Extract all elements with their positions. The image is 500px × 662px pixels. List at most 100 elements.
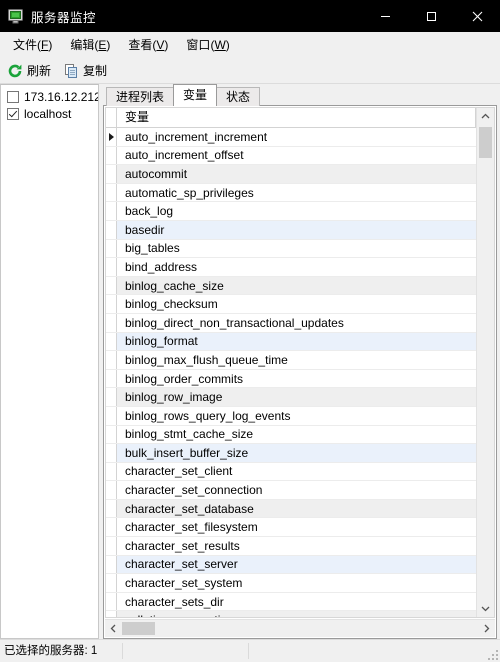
server-list-item-1[interactable]: 173.16.12.212 bbox=[3, 88, 98, 105]
vertical-scroll-thumb[interactable] bbox=[479, 127, 492, 158]
table-row[interactable]: binlog_cache_size bbox=[106, 276, 476, 296]
resize-grip-icon[interactable] bbox=[486, 648, 498, 660]
table-row[interactable]: binlog_rows_query_log_events bbox=[106, 406, 476, 426]
table-row[interactable]: character_set_database bbox=[106, 499, 476, 519]
table-row[interactable]: character_set_system bbox=[106, 574, 476, 593]
variable-name-cell: character_set_client bbox=[125, 464, 233, 479]
row-selector-cell[interactable] bbox=[106, 406, 117, 425]
table-row[interactable]: basedir bbox=[106, 220, 476, 240]
row-selector-cell[interactable] bbox=[106, 313, 117, 332]
table-row[interactable]: autocommit bbox=[106, 165, 476, 184]
table-row[interactable]: bind_address bbox=[106, 258, 476, 277]
row-selector-cell[interactable] bbox=[106, 239, 117, 258]
server-list-panel[interactable]: 173.16.12.212 localhost bbox=[0, 84, 99, 639]
server-list-item-2[interactable]: localhost bbox=[3, 105, 98, 122]
menu-edit-accel: E bbox=[98, 37, 107, 52]
app-window: 服务器监控 文件(F) 编辑(E) 查看(V) 窗口(W) 刷新 复制 173.… bbox=[0, 0, 500, 662]
row-selector-cell[interactable] bbox=[106, 388, 117, 406]
current-row-indicator-icon[interactable] bbox=[106, 128, 117, 146]
table-row[interactable]: binlog_stmt_cache_size bbox=[106, 425, 476, 445]
table-row[interactable]: character_set_filesystem bbox=[106, 518, 476, 538]
row-selector-cell[interactable] bbox=[106, 369, 117, 388]
row-selector-cell[interactable] bbox=[106, 592, 117, 611]
row-selector-cell[interactable] bbox=[106, 276, 117, 295]
row-selector-cell[interactable] bbox=[106, 481, 117, 499]
table-row[interactable]: collation_connection bbox=[106, 611, 476, 617]
scroll-up-arrow-icon[interactable] bbox=[477, 108, 494, 125]
table-row[interactable]: auto_increment_increment bbox=[106, 128, 476, 147]
variable-name-cell: binlog_stmt_cache_size bbox=[125, 427, 254, 442]
table-row[interactable]: automatic_sp_privileges bbox=[106, 183, 476, 203]
table-row[interactable]: bulk_insert_buffer_size bbox=[106, 444, 476, 463]
scroll-right-arrow-icon[interactable] bbox=[478, 620, 495, 637]
refresh-label: 刷新 bbox=[27, 64, 52, 78]
server-checkbox-1[interactable] bbox=[7, 90, 19, 103]
row-selector-cell[interactable] bbox=[106, 295, 117, 313]
row-selector-cell[interactable] bbox=[106, 220, 117, 239]
table-row[interactable]: character_set_server bbox=[106, 555, 476, 575]
vertical-scroll-track[interactable] bbox=[477, 125, 494, 600]
row-selector-cell[interactable] bbox=[106, 537, 117, 555]
table-row[interactable]: character_set_client bbox=[106, 462, 476, 482]
table-row[interactable]: character_sets_dir bbox=[106, 592, 476, 612]
scroll-left-arrow-icon[interactable] bbox=[105, 620, 122, 637]
tab-process-list[interactable]: 进程列表 bbox=[106, 87, 175, 106]
column-header-variable[interactable]: 变量 bbox=[117, 108, 476, 127]
row-selector-cell[interactable] bbox=[106, 351, 117, 369]
menu-window-label: 窗口 bbox=[186, 37, 211, 52]
table-row[interactable]: back_log bbox=[106, 202, 476, 221]
table-row[interactable]: binlog_order_commits bbox=[106, 369, 476, 389]
variable-name-cell: auto_increment_increment bbox=[125, 129, 268, 144]
row-selector-cell[interactable] bbox=[106, 202, 117, 220]
row-selector-cell[interactable] bbox=[106, 425, 117, 444]
menu-window[interactable]: 窗口(W) bbox=[177, 33, 238, 57]
variable-name-cell: binlog_cache_size bbox=[125, 278, 224, 293]
variable-name-cell: collation_connection bbox=[117, 611, 476, 617]
row-selector-cell[interactable] bbox=[106, 518, 117, 537]
toolbar: 刷新 复制 bbox=[0, 58, 500, 84]
main-body: 173.16.12.212 localhost 进程列表 变量 状态 变量 au… bbox=[0, 84, 500, 639]
menu-file[interactable]: 文件(F) bbox=[4, 33, 61, 57]
row-selector-cell[interactable] bbox=[106, 574, 117, 592]
table-row[interactable]: binlog_checksum bbox=[106, 295, 476, 314]
row-selector-cell[interactable] bbox=[106, 555, 117, 574]
tab-status[interactable]: 状态 bbox=[216, 87, 261, 106]
tab-variables[interactable]: 变量 bbox=[173, 84, 218, 106]
row-selector-cell[interactable] bbox=[106, 499, 117, 518]
menu-view[interactable]: 查看(V) bbox=[119, 33, 177, 57]
row-selector-cell[interactable] bbox=[106, 444, 117, 462]
close-button[interactable] bbox=[454, 0, 500, 32]
menu-bar: 文件(F) 编辑(E) 查看(V) 窗口(W) bbox=[0, 32, 500, 58]
horizontal-scrollbar[interactable] bbox=[105, 619, 495, 637]
table-row[interactable]: character_set_connection bbox=[106, 481, 476, 500]
table-row[interactable]: big_tables bbox=[106, 239, 476, 259]
horizontal-scroll-thumb[interactable] bbox=[122, 622, 155, 635]
table-row[interactable]: auto_increment_offset bbox=[106, 146, 476, 166]
row-selector-cell[interactable] bbox=[106, 462, 117, 481]
row-selector-cell[interactable] bbox=[106, 183, 117, 202]
table-row[interactable]: character_set_results bbox=[106, 537, 476, 556]
table-row[interactable]: binlog_max_flush_queue_time bbox=[106, 351, 476, 370]
table-row[interactable]: binlog_format bbox=[106, 332, 476, 352]
copy-button[interactable]: 复制 bbox=[61, 60, 114, 81]
horizontal-scroll-track[interactable] bbox=[122, 620, 478, 637]
variables-grid: 变量 auto_increment_increment auto_incremen… bbox=[103, 105, 497, 639]
variable-name-cell: binlog_direct_non_transactional_updates bbox=[125, 315, 344, 330]
table-row[interactable]: binlog_direct_non_transactional_updates bbox=[106, 313, 476, 333]
refresh-button[interactable]: 刷新 bbox=[5, 60, 58, 81]
menu-view-accel: V bbox=[156, 37, 165, 52]
server-checkbox-2[interactable] bbox=[7, 107, 19, 120]
row-selector-cell[interactable] bbox=[106, 258, 117, 276]
table-row[interactable]: binlog_row_image bbox=[106, 388, 476, 407]
variable-name-cell: character_set_results bbox=[125, 538, 240, 553]
scroll-down-arrow-icon[interactable] bbox=[477, 600, 494, 617]
row-selector-cell[interactable] bbox=[106, 146, 117, 165]
menu-edit[interactable]: 编辑(E) bbox=[61, 33, 119, 57]
maximize-button[interactable] bbox=[408, 0, 454, 32]
grid-row-container: auto_increment_increment auto_increment_o… bbox=[106, 128, 476, 617]
row-selector-cell[interactable] bbox=[106, 165, 117, 183]
row-selector-cell[interactable] bbox=[106, 332, 117, 351]
row-selector-cell[interactable] bbox=[106, 611, 117, 617]
minimize-button[interactable] bbox=[362, 0, 408, 32]
vertical-scrollbar[interactable] bbox=[476, 108, 494, 617]
